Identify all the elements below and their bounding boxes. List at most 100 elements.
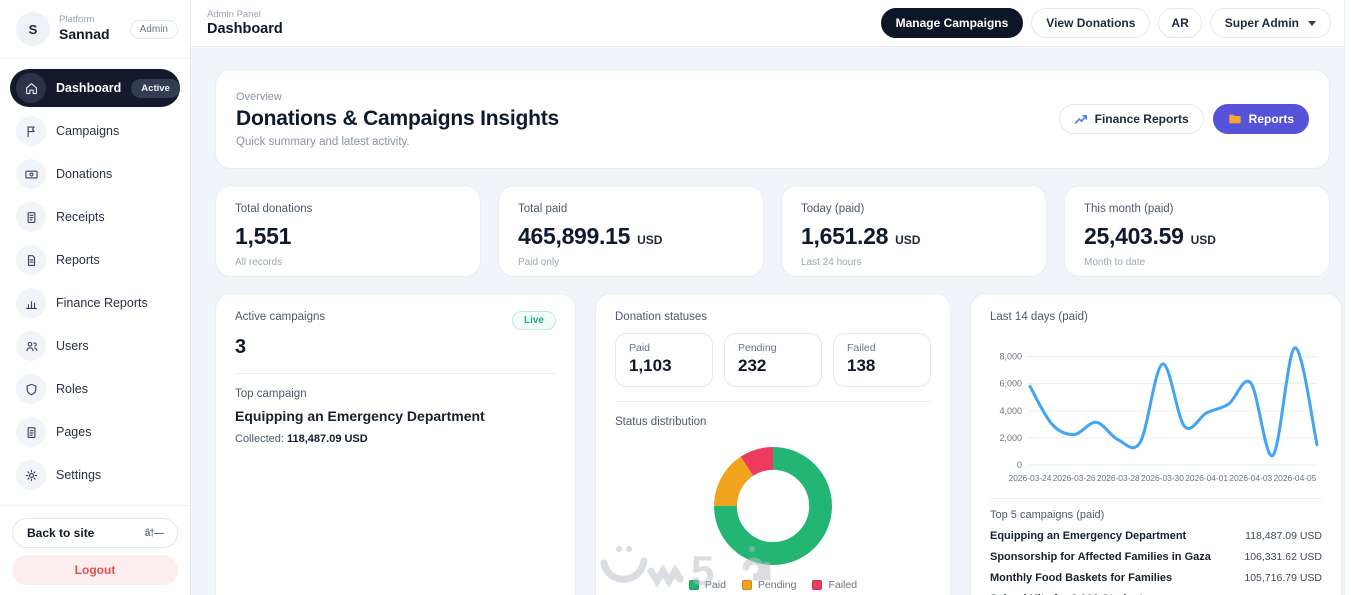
- legend-label: Failed: [828, 579, 858, 591]
- svg-text:0: 0: [1017, 460, 1022, 470]
- stat-card-total-paid: Total paid 465,899.15 USD Paid only: [498, 185, 764, 277]
- sidebar-item-reports[interactable]: Reports: [10, 241, 180, 279]
- last-14-days-card: Last 14 days (paid) 0 2,000 4,000 6,000 8,00…: [970, 293, 1342, 595]
- top-campaign-name: Equipping an Emergency Department: [235, 408, 485, 424]
- brand-platform-label: Platform: [59, 14, 95, 26]
- brand-name: Sannad: [59, 26, 110, 43]
- finance-reports-button[interactable]: Finance Reports: [1058, 104, 1204, 134]
- file-icon: [16, 245, 46, 275]
- sidebar-item-label: Users: [56, 339, 89, 353]
- user-menu-label: Super Admin: [1224, 16, 1299, 30]
- back-to-site-label: Back to site: [27, 526, 95, 540]
- external-link-glyph: â†—: [144, 527, 164, 539]
- stat-value: 465,899.15: [518, 223, 631, 249]
- sidebar-item-receipts[interactable]: Receipts: [10, 198, 180, 236]
- bar-chart-icon: [16, 288, 46, 318]
- top5-row: Monthly Food Baskets for Families 105,71…: [990, 567, 1322, 588]
- page-scrollbar[interactable]: [1344, 0, 1351, 595]
- folder-icon: [1228, 114, 1241, 124]
- users-icon: [16, 331, 46, 361]
- sidebar-item-settings[interactable]: Settings: [10, 456, 180, 494]
- home-icon: [16, 73, 46, 103]
- sidebar-item-label: Donations: [56, 167, 113, 181]
- active-campaigns-count: 3: [235, 336, 247, 358]
- legend-item[interactable]: Paid: [688, 579, 726, 591]
- donation-statuses-card: Donation statuses Paid 1,103 Pending 232…: [595, 293, 951, 595]
- reports-button[interactable]: Reports: [1212, 104, 1309, 134]
- gear-icon: [16, 460, 46, 490]
- top5-title: Top 5 campaigns (paid): [990, 509, 1105, 521]
- legend-item[interactable]: Failed: [812, 579, 857, 591]
- sidebar-item-campaigns[interactable]: Campaigns: [10, 112, 180, 150]
- manage-campaigns-button[interactable]: Manage Campaigns: [880, 8, 1024, 38]
- campaign-name: Equipping an Emergency Department: [990, 529, 1187, 542]
- sidebar-item-users[interactable]: Users: [10, 327, 180, 365]
- status-mini-failed: Failed 138: [833, 333, 931, 387]
- svg-text:2026-03-30: 2026-03-30: [1141, 473, 1184, 483]
- chart-up-icon: [1074, 115, 1087, 124]
- live-badge: Live: [511, 311, 556, 330]
- stat-unit: USD: [637, 233, 663, 247]
- breadcrumb: Admin Panel: [207, 9, 261, 20]
- bottom-row: Active campaigns Live 3 Top campaign Equ…: [215, 293, 1342, 595]
- status-mini-value: 232: [738, 356, 767, 375]
- svg-text:4,000: 4,000: [999, 406, 1022, 416]
- sidebar-item-label: Receipts: [56, 210, 105, 224]
- svg-text:2026-04-01: 2026-04-01: [1185, 473, 1228, 483]
- stat-label: Total donations: [235, 203, 313, 215]
- campaign-amount: 105,716.79 USD: [1244, 571, 1322, 584]
- status-distribution-title: Status distribution: [615, 416, 707, 428]
- svg-text:2026-04-03: 2026-04-03: [1229, 473, 1272, 483]
- brand-avatar: S: [16, 12, 50, 46]
- legend-item[interactable]: Pending: [741, 579, 796, 591]
- user-menu-button[interactable]: Super Admin: [1209, 8, 1331, 38]
- sidebar-item-label: Campaigns: [56, 124, 120, 138]
- top-campaign-label: Top campaign: [235, 388, 307, 400]
- sidebar-item-label: Roles: [56, 382, 88, 396]
- sidebar-item-roles[interactable]: Roles: [10, 370, 180, 408]
- overview-eyebrow: Overview: [236, 90, 282, 103]
- status-donut-chart: [615, 442, 931, 570]
- stat-card-total-donations: Total donations 1,551 All records: [215, 185, 481, 277]
- collected-label: Collected:: [235, 433, 284, 445]
- svg-text:2026-03-24: 2026-03-24: [1009, 473, 1052, 483]
- back-to-site-button[interactable]: Back to site â†—: [12, 518, 178, 548]
- page-title: Dashboard: [207, 21, 283, 37]
- sidebar-item-label: Reports: [56, 253, 100, 267]
- stat-unit: USD: [895, 233, 921, 247]
- sidebar-item-dashboard[interactable]: Dashboard Active: [10, 69, 180, 107]
- overview-card: Overview Donations & Campaigns Insights …: [215, 69, 1330, 169]
- flag-icon: [16, 116, 46, 146]
- sidebar-item-label: Dashboard: [56, 81, 122, 95]
- campaign-amount: 106,331.62 USD: [1244, 550, 1322, 563]
- paid-line-chart: 0 2,000 4,000 6,000 8,000 2026-03-24 2026-03-2…: [990, 329, 1322, 492]
- status-mini-label: Pending: [738, 342, 777, 354]
- active-campaigns-card: Active campaigns Live 3 Top campaign Equ…: [215, 293, 576, 595]
- page-icon: [16, 417, 46, 447]
- sidebar-item-donations[interactable]: Donations: [10, 155, 180, 193]
- status-mini-label: Paid: [629, 342, 651, 354]
- stat-subtext: Month to date: [1084, 257, 1146, 268]
- language-toggle-button[interactable]: AR: [1158, 8, 1202, 38]
- legend-swatch: [741, 580, 752, 590]
- sidebar-footer: Back to site â†— Logout: [0, 505, 190, 595]
- sidebar-item-label: Finance Reports: [56, 296, 148, 310]
- top5-row: Equipping an Emergency Department 118,48…: [990, 525, 1322, 546]
- logout-button[interactable]: Logout: [12, 555, 178, 585]
- view-donations-button[interactable]: View Donations: [1031, 8, 1151, 38]
- stat-unit: USD: [1190, 233, 1216, 247]
- stat-subtext: Last 24 hours: [801, 257, 862, 268]
- svg-text:2026-03-28: 2026-03-28: [1097, 473, 1140, 483]
- sidebar-item-finance-reports[interactable]: Finance Reports: [10, 284, 180, 322]
- svg-text:6,000: 6,000: [999, 379, 1022, 389]
- campaign-name: Monthly Food Baskets for Families: [990, 571, 1173, 584]
- svg-text:8,000: 8,000: [999, 352, 1022, 362]
- svg-text:2,000: 2,000: [999, 433, 1022, 443]
- app-root: S Platform Sannad Admin Dashboard Active…: [0, 0, 1351, 595]
- active-campaigns-label: Active campaigns: [235, 311, 326, 323]
- campaign-name: Sponsorship for Affected Families in Gaz…: [990, 550, 1211, 563]
- sidebar-item-pages[interactable]: Pages: [10, 413, 180, 451]
- stats-row: Total donations 1,551 All records Total …: [215, 185, 1330, 277]
- divider: [235, 373, 556, 374]
- reports-label: Reports: [1248, 112, 1294, 126]
